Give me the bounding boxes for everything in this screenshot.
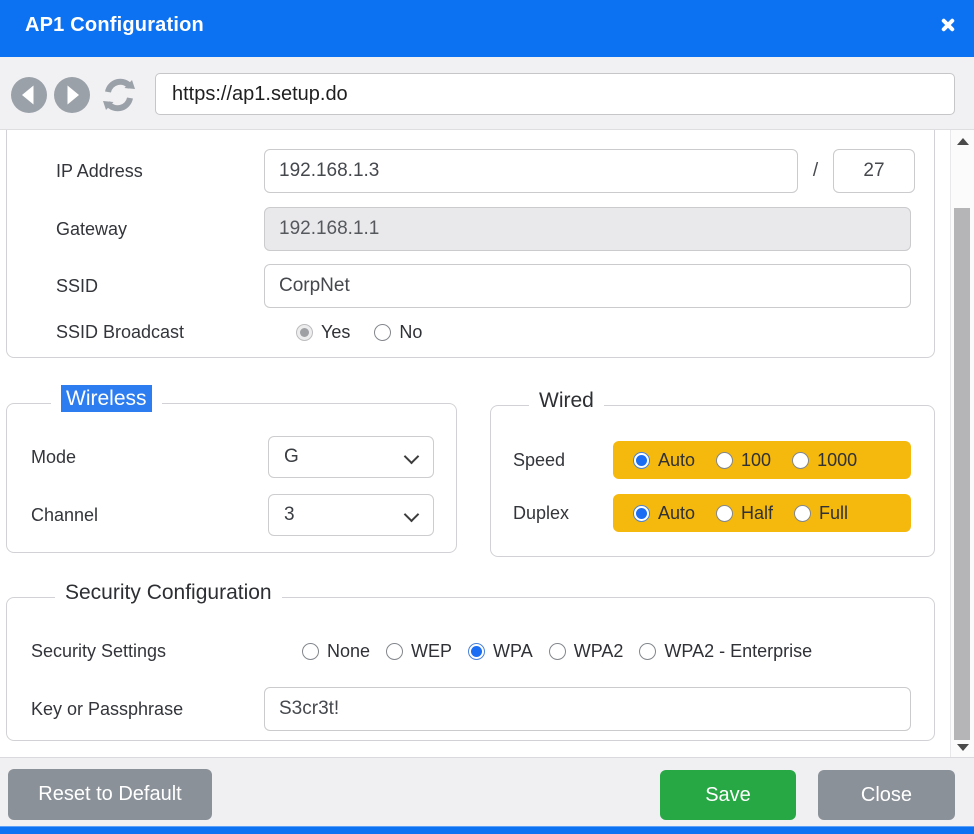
channel-select[interactable]: 3 xyxy=(268,494,434,536)
radio-security-wpa2-enterprise[interactable] xyxy=(639,643,656,660)
forward-button[interactable] xyxy=(53,76,91,114)
security-legend: Security Configuration xyxy=(55,581,282,605)
back-arrow-icon xyxy=(10,76,48,114)
security-section: Security Configuration Security Settings… xyxy=(6,597,935,741)
channel-label: Channel xyxy=(31,505,268,526)
radio-security-none-label: None xyxy=(327,641,370,662)
vertical-scrollbar[interactable] xyxy=(950,130,974,757)
wireless-section: Wireless Mode G Channel 3 xyxy=(6,403,457,553)
refresh-icon xyxy=(99,75,139,115)
duplex-label: Duplex xyxy=(513,503,613,524)
close-button[interactable]: Close xyxy=(818,770,955,820)
radio-security-wpa[interactable] xyxy=(468,643,485,660)
save-button[interactable]: Save xyxy=(660,770,796,820)
radio-duplex-half[interactable] xyxy=(716,505,733,522)
refresh-button[interactable] xyxy=(99,75,139,115)
radio-speed-1000[interactable] xyxy=(792,452,809,469)
radio-security-none[interactable] xyxy=(302,643,319,660)
scroll-down-icon[interactable] xyxy=(957,744,969,751)
security-settings-label: Security Settings xyxy=(31,641,286,662)
key-passphrase-input[interactable] xyxy=(264,687,911,731)
scroll-up-icon[interactable] xyxy=(957,138,969,145)
wired-legend: Wired xyxy=(529,389,604,413)
gateway-label: Gateway xyxy=(56,219,264,240)
radio-security-wpa-label: WPA xyxy=(493,641,533,662)
gateway-input xyxy=(264,207,911,251)
mode-select[interactable]: G xyxy=(268,436,434,478)
wired-section: Wired Speed Auto 100 1000 Duplex xyxy=(490,405,935,557)
radio-duplex-full[interactable] xyxy=(794,505,811,522)
duplex-radio-band: Auto Half Full xyxy=(613,494,911,532)
radio-ssid-broadcast-no-label: No xyxy=(399,322,422,343)
ssid-broadcast-label: SSID Broadcast xyxy=(56,322,264,343)
channel-select-value: 3 xyxy=(284,504,295,525)
radio-ssid-broadcast-no[interactable] xyxy=(374,324,391,341)
radio-security-wep-label: WEP xyxy=(411,641,452,662)
wireless-legend-text: Wireless xyxy=(61,385,152,412)
footer-bar: Reset to Default Save Close xyxy=(0,757,974,826)
network-settings-panel: IP Address / Gateway SSID SSID Broadcast… xyxy=(6,130,935,358)
window-titlebar: AP1 Configuration xyxy=(0,0,974,57)
ssid-input[interactable] xyxy=(264,264,911,308)
speed-label: Speed xyxy=(513,450,613,471)
radio-security-wpa2-label: WPA2 xyxy=(574,641,624,662)
close-icon[interactable] xyxy=(938,16,956,34)
radio-duplex-full-label: Full xyxy=(819,503,848,524)
wireless-legend: Wireless xyxy=(51,387,162,411)
radio-duplex-auto-label: Auto xyxy=(658,503,695,524)
radio-security-wpa2-enterprise-label: WPA2 - Enterprise xyxy=(664,641,812,662)
radio-security-wpa2[interactable] xyxy=(549,643,566,660)
ip-address-input[interactable] xyxy=(264,149,798,193)
radio-speed-100[interactable] xyxy=(716,452,733,469)
browser-navbar xyxy=(0,57,974,130)
radio-duplex-half-label: Half xyxy=(741,503,773,524)
mode-label: Mode xyxy=(31,447,268,468)
url-input[interactable] xyxy=(155,73,955,115)
speed-radio-band: Auto 100 1000 xyxy=(613,441,911,479)
back-button[interactable] xyxy=(10,76,48,114)
prefix-separator: / xyxy=(798,160,833,182)
radio-speed-1000-label: 1000 xyxy=(817,450,857,471)
settings-page: IP Address / Gateway SSID SSID Broadcast… xyxy=(0,130,974,757)
reset-to-default-button[interactable]: Reset to Default xyxy=(8,769,212,820)
radio-speed-auto-label: Auto xyxy=(658,450,695,471)
prefix-length-input[interactable] xyxy=(833,149,915,193)
mode-select-value: G xyxy=(284,446,299,467)
radio-duplex-auto[interactable] xyxy=(633,505,650,522)
forward-arrow-icon xyxy=(53,76,91,114)
window-bottom-edge xyxy=(0,826,974,834)
window-title: AP1 Configuration xyxy=(25,0,204,57)
radio-security-wep[interactable] xyxy=(386,643,403,660)
radio-speed-auto[interactable] xyxy=(633,452,650,469)
radio-ssid-broadcast-yes-label: Yes xyxy=(321,322,350,343)
key-passphrase-label: Key or Passphrase xyxy=(31,699,264,720)
radio-speed-100-label: 100 xyxy=(741,450,771,471)
radio-ssid-broadcast-yes[interactable] xyxy=(296,324,313,341)
scrollbar-thumb[interactable] xyxy=(954,208,970,740)
ssid-label: SSID xyxy=(56,276,264,297)
ip-address-label: IP Address xyxy=(56,161,264,182)
